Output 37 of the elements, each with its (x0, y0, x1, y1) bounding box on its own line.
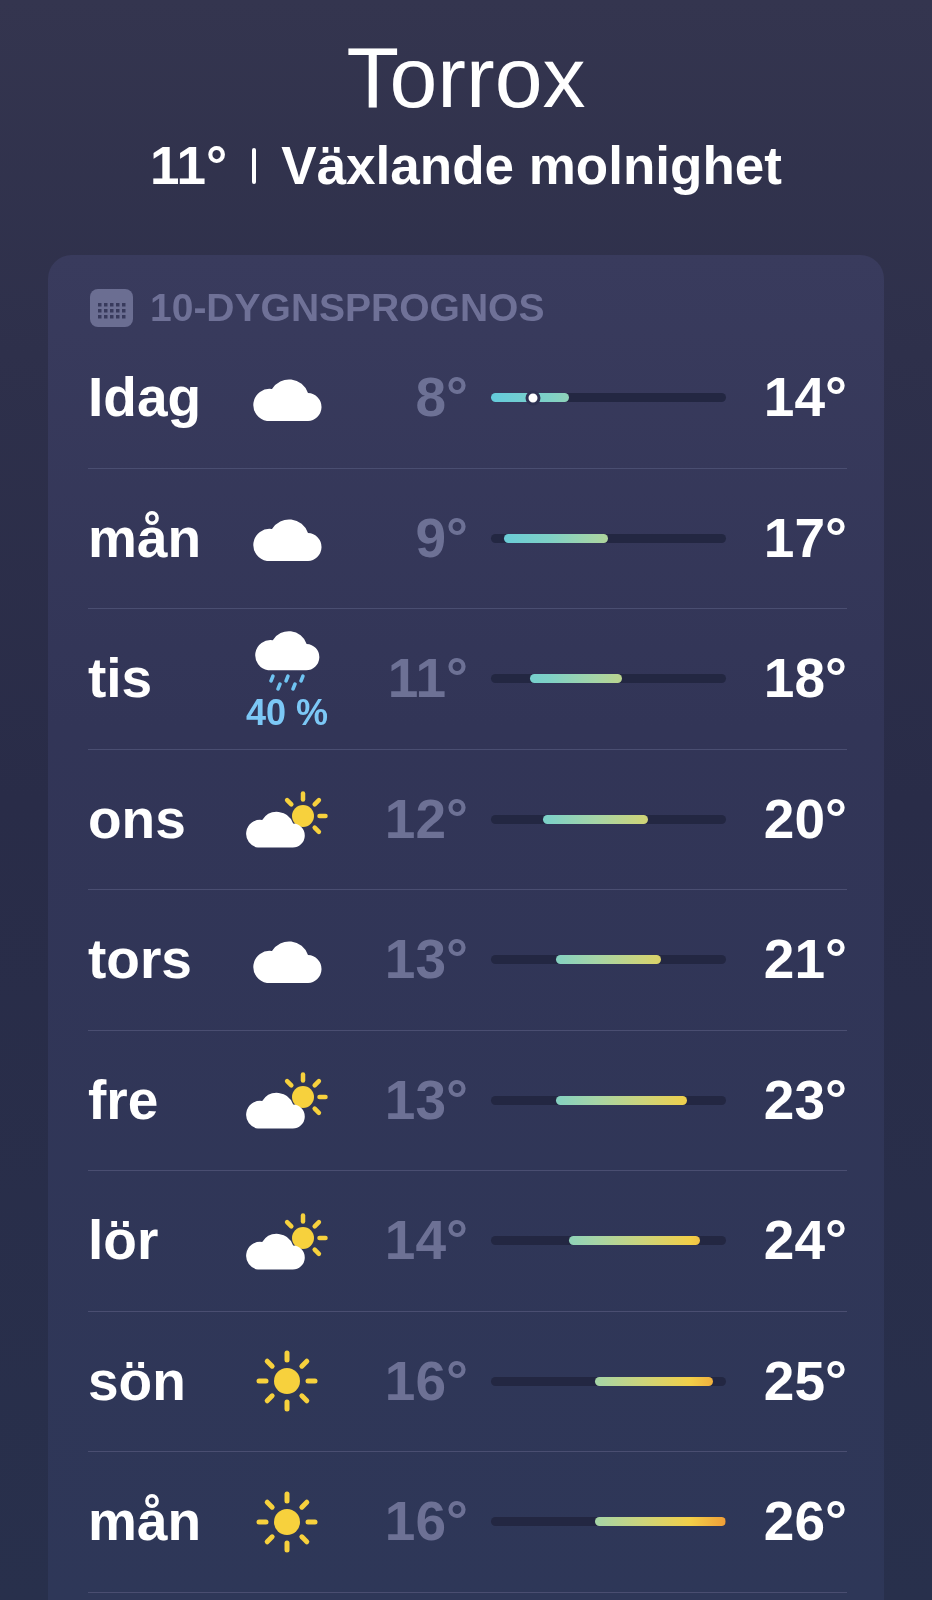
low-temperature: 16° (384, 1494, 468, 1550)
high-temperature: 26° (763, 1494, 847, 1550)
forecast-heading: 10-DYGNSPROGNOS (150, 288, 545, 328)
low-temperature: 12° (384, 791, 468, 847)
high-temperature: 25° (763, 1353, 847, 1409)
high-temperature: 14° (763, 370, 847, 426)
sun-icon (255, 1489, 319, 1554)
high-temperature: 20° (763, 791, 847, 847)
day-label: mån (88, 1494, 202, 1550)
low-temperature: 13° (384, 932, 468, 988)
current-temperature: 11° (150, 139, 228, 192)
low-temperature: 9° (415, 510, 468, 566)
high-temperature: 17° (763, 510, 847, 566)
calendar-icon (90, 289, 133, 327)
low-temperature: 16° (384, 1353, 468, 1409)
low-temperature: 8° (415, 370, 468, 426)
day-label: ons (88, 791, 186, 847)
day-label: tis (88, 651, 153, 707)
sun-cloud-icon (245, 790, 329, 849)
sun-cloud-icon (245, 1071, 329, 1130)
day-label: Idag (88, 370, 202, 426)
high-temperature: 21° (763, 932, 847, 988)
low-temperature: 13° (384, 1072, 468, 1128)
day-label: lör (88, 1213, 159, 1269)
precipitation-chance: 40 % (245, 694, 329, 731)
high-temperature: 24° (763, 1213, 847, 1269)
day-label: sön (88, 1353, 186, 1409)
low-temperature: 14° (384, 1213, 468, 1269)
day-label: fre (88, 1072, 159, 1128)
location-title: Torrox (346, 34, 586, 120)
high-temperature: 23° (763, 1072, 847, 1128)
low-temperature: 11° (387, 651, 468, 707)
sun-cloud-icon (245, 1211, 329, 1270)
day-label: mån (88, 510, 202, 566)
sun-icon (255, 1349, 319, 1414)
day-label: tors (88, 932, 192, 988)
high-temperature: 18° (763, 651, 847, 707)
